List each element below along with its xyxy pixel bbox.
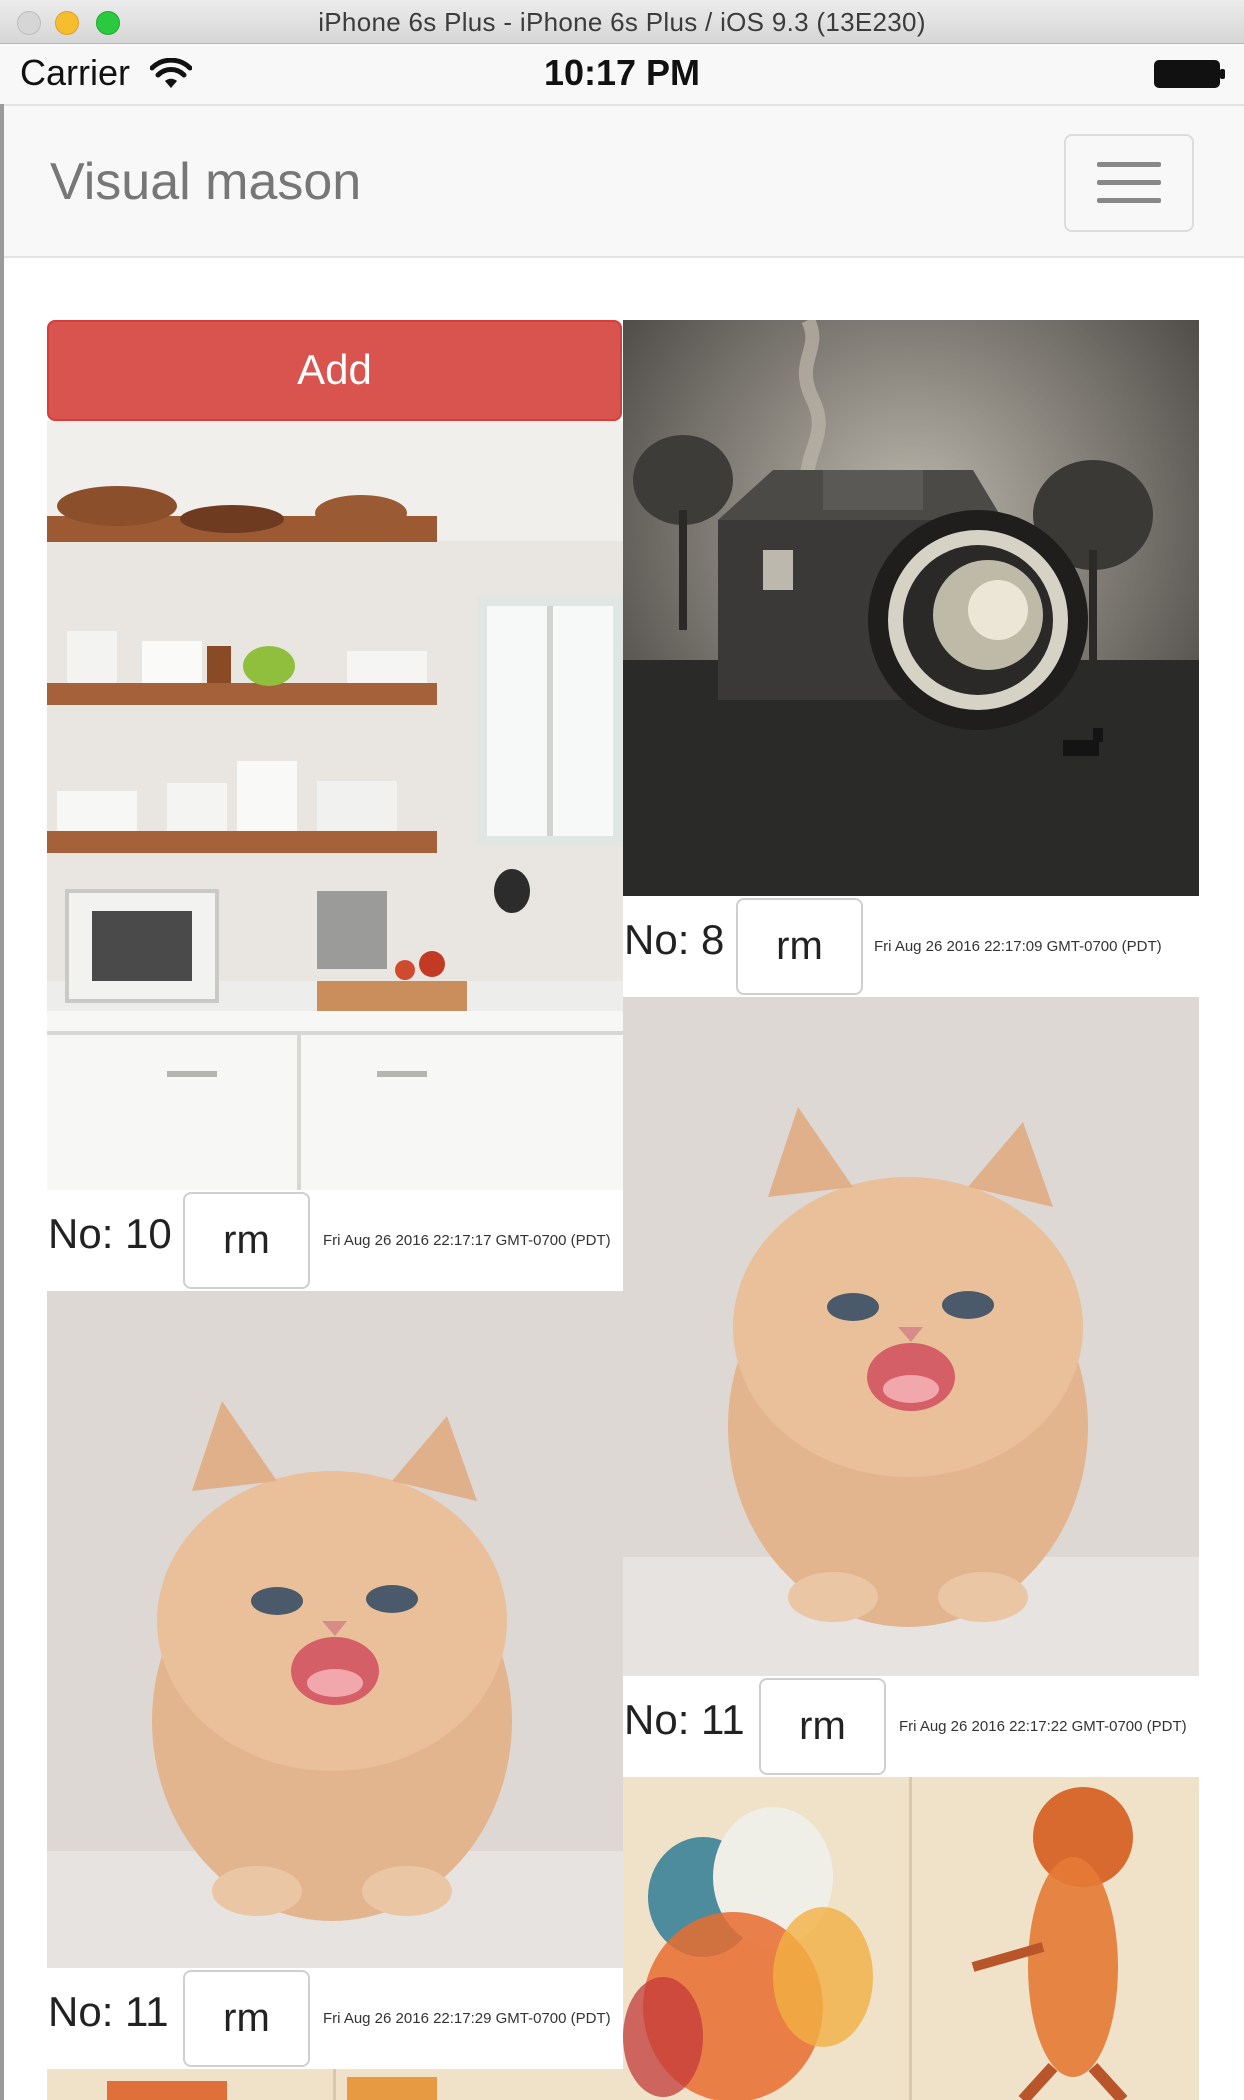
window-title: iPhone 6s Plus - iPhone 6s Plus / iOS 9.… <box>318 7 926 37</box>
card-meta: No: 8 rm Fri Aug 26 2016 22:17:09 GMT-07… <box>623 896 1199 997</box>
card-timestamp: Fri Aug 26 2016 22:17:17 GMT-0700 (PDT) <box>323 1232 611 1249</box>
remove-button[interactable]: rm <box>183 1192 310 1289</box>
photo-card: No: 11 rm Fri Aug 26 2016 22:17:22 GMT-0… <box>623 997 1199 1777</box>
kitten-photo <box>623 997 1199 1676</box>
remove-button[interactable]: rm <box>759 1678 886 1775</box>
battery-icon <box>1154 60 1225 88</box>
status-time: 10:17 PM <box>543 52 701 93</box>
simulator-title-bar: iPhone 6s Plus - iPhone 6s Plus / iOS 9.… <box>0 0 1244 44</box>
photo-card: No: 10 rm Fri Aug 26 2016 22:17:17 GMT-0… <box>47 421 623 1291</box>
card-meta: No: 11 rm Fri Aug 26 2016 22:17:22 GMT-0… <box>623 1676 1199 1777</box>
screen-edge <box>0 104 4 2100</box>
card-meta: No: 10 rm Fri Aug 26 2016 22:17:17 GMT-0… <box>47 1190 623 1291</box>
card-timestamp: Fri Aug 26 2016 22:17:22 GMT-0700 (PDT) <box>899 1718 1187 1735</box>
photo-card <box>623 1777 1199 2100</box>
card-number: No: 11 <box>624 1696 745 1743</box>
ios-status-bar: Carrier 10:17 PM <box>0 44 1244 104</box>
card-meta: No: 11 rm Fri Aug 26 2016 22:17:29 GMT-0… <box>47 1968 623 2069</box>
card-timestamp: Fri Aug 26 2016 22:17:09 GMT-0700 (PDT) <box>874 938 1162 955</box>
photo-card: No: 8 rm Fri Aug 26 2016 22:17:09 GMT-07… <box>623 320 1199 997</box>
kitten-photo <box>47 1291 623 1968</box>
navbar-toggle-button[interactable] <box>1064 134 1194 232</box>
camera-house-photo <box>623 320 1199 896</box>
kitchen-shelves-photo <box>47 421 623 1190</box>
photo-card: No: 11 rm Fri Aug 26 2016 22:17:29 GMT-0… <box>47 1291 623 2069</box>
navbar-brand[interactable]: Visual mason <box>50 152 361 212</box>
remove-button[interactable]: rm <box>736 898 863 995</box>
remove-button[interactable]: rm <box>183 1970 310 2067</box>
add-button[interactable]: Add <box>47 320 622 421</box>
card-number: No: 10 <box>48 1210 172 1257</box>
card-number: No: 8 <box>624 916 725 963</box>
lions-watercolor-photo <box>47 2069 623 2100</box>
lions-watercolor-photo <box>623 1777 1199 2100</box>
photo-card <box>47 2069 623 2100</box>
app-navbar: Visual mason <box>4 104 1244 258</box>
card-number: No: 11 <box>48 1988 169 2035</box>
card-timestamp: Fri Aug 26 2016 22:17:29 GMT-0700 (PDT) <box>323 2010 611 2027</box>
